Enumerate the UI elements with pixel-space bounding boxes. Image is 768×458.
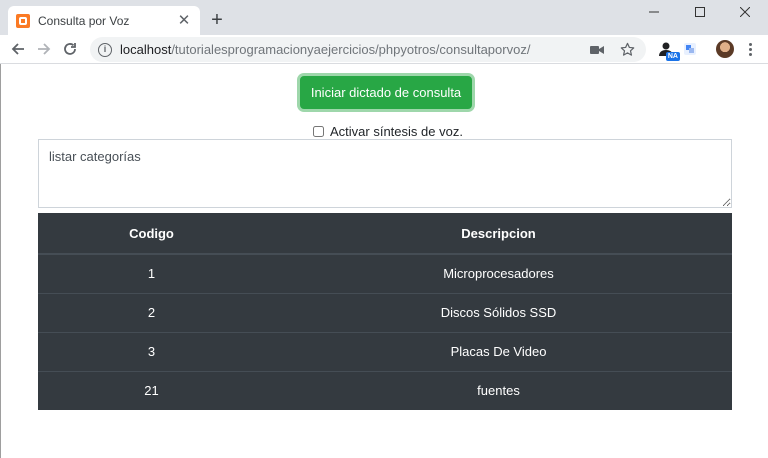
table-row: 21 fuentes (38, 370, 732, 410)
column-header-descripcion: Descripcion (265, 213, 732, 255)
column-header-codigo: Codigo (38, 213, 265, 255)
extension-badge: NA (665, 52, 680, 61)
minimize-icon (649, 11, 659, 13)
tts-checkbox[interactable] (313, 125, 324, 137)
table-row: 1 Microprocesadores (38, 253, 732, 293)
cell-descripcion: Placas De Video (265, 331, 732, 371)
translate-icon (684, 43, 696, 55)
url-text[interactable]: localhost/tutorialesprogramacionyaejerci… (120, 42, 576, 57)
url-host: localhost (120, 42, 172, 57)
translate-extension-button[interactable] (680, 39, 700, 59)
browser-tab-bar: Consulta por Voz ✕ + (0, 0, 768, 35)
cell-codigo: 3 (38, 331, 265, 371)
browser-menu-icon[interactable] (743, 39, 757, 59)
close-icon (740, 7, 750, 17)
xampp-favicon-icon (16, 13, 30, 28)
results-table: Codigo Descripcion 1 Microprocesadores 2… (38, 213, 732, 410)
bookmark-star-icon[interactable] (618, 41, 636, 59)
reload-button[interactable] (59, 38, 81, 60)
address-bar[interactable]: i localhost/tutorialesprogramacionyaejer… (90, 37, 646, 62)
minimize-button[interactable] (631, 0, 677, 24)
table-header-row: Codigo Descripcion (38, 213, 732, 255)
cell-descripcion: fuentes (265, 370, 732, 410)
cell-descripcion: Microprocesadores (265, 253, 732, 293)
table-row: 2 Discos Sólidos SSD (38, 292, 732, 332)
url-path: /tutorialesprogramacionyaejercicios/phpy… (171, 42, 531, 57)
back-arrow-icon (11, 43, 24, 55)
profile-avatar[interactable] (716, 40, 734, 58)
extension-button[interactable]: NA (656, 39, 680, 61)
new-tab-button[interactable]: + (206, 10, 228, 32)
maximize-button[interactable] (677, 0, 723, 24)
reload-icon (64, 43, 76, 55)
forward-arrow-icon (38, 43, 51, 55)
cell-codigo: 2 (38, 292, 265, 332)
query-textarea[interactable]: listar categorías (38, 139, 732, 208)
cell-codigo: 1 (38, 253, 265, 293)
close-window-button[interactable] (722, 0, 768, 24)
maximize-icon (695, 7, 705, 17)
browser-toolbar: i localhost/tutorialesprogramacionyaejer… (0, 35, 768, 64)
back-button[interactable] (7, 38, 29, 60)
cell-descripcion: Discos Sólidos SSD (265, 292, 732, 332)
tab-title: Consulta por Voz (38, 13, 130, 28)
browser-tab[interactable]: Consulta por Voz ✕ (8, 6, 200, 35)
cell-codigo: 21 (38, 370, 265, 410)
tts-option: Activar síntesis de voz. (313, 123, 463, 139)
page-content: Iniciar dictado de consulta Activar sínt… (0, 64, 768, 458)
camera-icon[interactable] (588, 41, 606, 59)
forward-button[interactable] (33, 38, 55, 60)
tts-label[interactable]: Activar síntesis de voz. (330, 124, 463, 139)
start-dictation-button[interactable]: Iniciar dictado de consulta (300, 76, 472, 109)
site-info-icon[interactable]: i (98, 42, 112, 57)
tab-close-icon[interactable]: ✕ (176, 12, 192, 29)
table-row: 3 Placas De Video (38, 331, 732, 371)
